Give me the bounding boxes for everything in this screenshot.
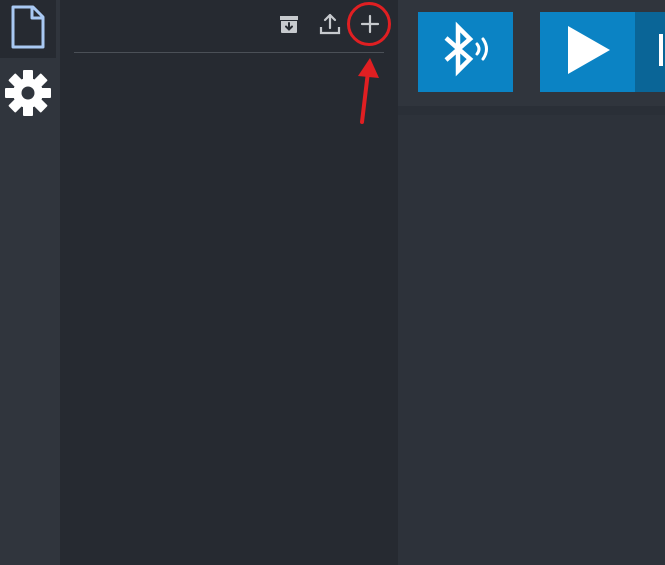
workspace-area <box>398 0 665 565</box>
gear-icon <box>4 69 52 121</box>
activity-item-settings[interactable] <box>0 66 56 124</box>
export-button[interactable] <box>313 8 347 44</box>
stop-icon <box>635 30 663 74</box>
activity-bar <box>0 0 60 565</box>
archive-button[interactable] <box>272 8 306 44</box>
upload-icon <box>318 12 342 40</box>
file-icon <box>10 4 46 54</box>
plus-icon <box>360 14 380 38</box>
toolbar-divider <box>398 106 665 115</box>
new-file-button[interactable] <box>353 8 387 44</box>
archive-download-icon <box>277 12 301 40</box>
play-icon <box>564 24 612 80</box>
bluetooth-button[interactable] <box>418 12 513 92</box>
app-window <box>0 0 665 565</box>
activity-item-files[interactable] <box>0 0 56 58</box>
stop-button[interactable] <box>635 12 665 92</box>
bluetooth-icon <box>436 19 496 85</box>
explorer-toolbar <box>74 0 384 53</box>
run-toolbar <box>398 0 665 106</box>
file-explorer-panel <box>60 0 398 565</box>
run-button[interactable] <box>540 12 635 92</box>
